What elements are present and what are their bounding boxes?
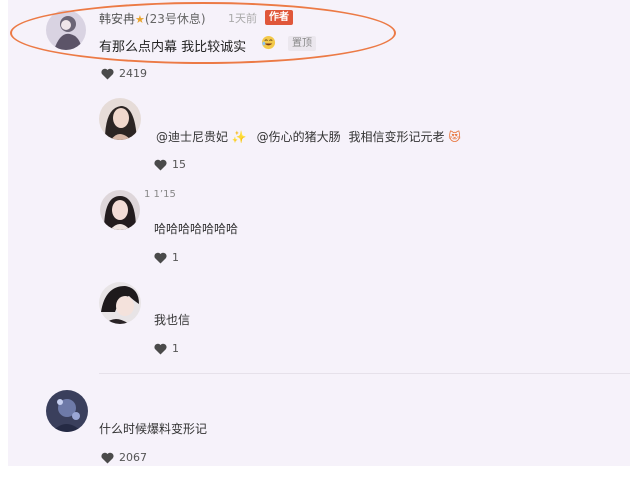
bottom-margin — [0, 466, 641, 489]
reply-header-number: 1 1’15 — [144, 189, 176, 200]
heart-icon — [101, 452, 114, 463]
avatar[interactable] — [100, 190, 140, 230]
reply-text: 我也信 — [154, 313, 191, 327]
mention-link[interactable]: @伤心的猪大肠 — [257, 130, 341, 144]
heart-icon — [154, 343, 167, 354]
like-button[interactable]: 15 — [154, 158, 186, 171]
like-count: 1 — [172, 251, 179, 264]
avatar[interactable] — [99, 282, 141, 324]
sparkle-icon: ✨ — [231, 130, 247, 144]
like-button[interactable]: 2419 — [101, 67, 147, 80]
like-button[interactable]: 2067 — [101, 451, 147, 464]
reply-body: 我相信变形记元老 — [348, 130, 445, 144]
highlight-circle — [10, 2, 396, 64]
like-button[interactable]: 1 — [154, 251, 179, 264]
avatar[interactable] — [99, 98, 141, 140]
mention-link[interactable]: @迪士尼贵妃 — [156, 130, 228, 144]
comment-text: 什么时候爆料变形记 — [99, 422, 208, 436]
reply-text: @迪士尼贵妃 ✨ @伤心的猪大肠 我相信变形记元老 😻 — [156, 128, 461, 145]
heart-icon — [101, 68, 114, 79]
like-count: 2419 — [119, 67, 147, 80]
like-count: 1 — [172, 342, 179, 355]
like-button[interactable]: 1 — [154, 342, 179, 355]
cat-face-emoji-icon: 😻 — [448, 130, 461, 144]
like-count: 2067 — [119, 451, 147, 464]
heart-icon — [154, 252, 167, 263]
like-count: 15 — [172, 158, 186, 171]
avatar[interactable] — [46, 390, 88, 432]
comment-divider — [99, 373, 630, 374]
heart-icon — [154, 159, 167, 170]
reply-text: 哈哈哈哈哈哈哈 — [154, 222, 239, 236]
